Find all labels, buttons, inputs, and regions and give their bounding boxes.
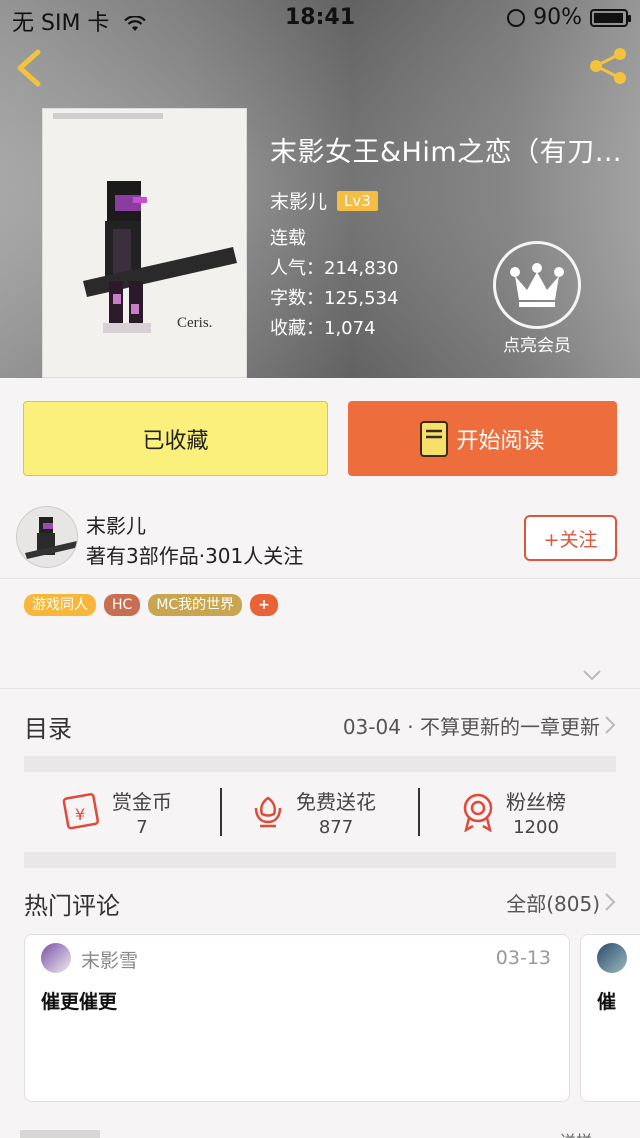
- hot-comments-header: 热门评论 全部(805): [0, 868, 640, 934]
- book-title: 末影女王&Him之恋（有刀…: [270, 137, 623, 168]
- commenter-name[interactable]: 末影雪: [81, 946, 138, 973]
- chevron-down-icon[interactable]: [582, 668, 602, 682]
- catalog-label: 目录: [24, 715, 72, 743]
- commenter-avatar[interactable]: [597, 943, 627, 973]
- start-reading-label: 开始阅读: [456, 428, 545, 454]
- cover-signature: Ceris.: [177, 315, 212, 331]
- section-divider: [24, 852, 616, 868]
- hot-comments-label: 热门评论: [24, 892, 120, 920]
- chevron-right-icon[interactable]: [604, 892, 616, 912]
- bottom-label-fragment: [20, 1130, 100, 1138]
- member-button[interactable]: 点亮会员: [492, 241, 582, 356]
- battery-icon: [590, 8, 631, 27]
- fan-ranking[interactable]: 粉丝榜 1200: [460, 772, 566, 852]
- back-icon[interactable]: [12, 48, 48, 88]
- author-name[interactable]: 末影儿: [86, 510, 146, 539]
- coin-label: 赏金币: [112, 790, 172, 814]
- book-cover[interactable]: Ceris.: [42, 108, 247, 378]
- member-label: 点亮会员: [503, 336, 571, 356]
- battery-percent: 90%: [533, 5, 582, 30]
- collect-button[interactable]: 已收藏: [23, 401, 328, 476]
- coin-reward[interactable]: ¥ 赏金币 7: [62, 772, 172, 852]
- tag-item[interactable]: MC我的世界: [148, 594, 243, 616]
- book-header: 无 SIM 卡 18:41 90% Ceris. 末影女王&Him之恋（有刀… …: [0, 0, 640, 378]
- comment-date: 03-13: [495, 947, 551, 969]
- share-icon[interactable]: [586, 46, 630, 86]
- flower-value: 877: [318, 817, 354, 838]
- latest-chapter: 03-04 · 不算更新的一章更新: [342, 715, 600, 739]
- all-comments-link[interactable]: 全部(805): [506, 888, 600, 917]
- flower-icon: [254, 796, 282, 828]
- svg-text:¥: ¥: [75, 805, 85, 824]
- chevron-right-icon: [605, 716, 616, 734]
- flower-label: 免费送花: [296, 790, 376, 814]
- commenter-avatar[interactable]: [41, 943, 71, 973]
- stats-row: ¥ 赏金币 7 免费送花 877 粉丝榜 1200: [0, 772, 640, 852]
- catalog-row[interactable]: 目录 03-04 · 不算更新的一章更新: [0, 688, 640, 756]
- author-stats: 著有3部作品·301人关注: [86, 544, 304, 568]
- fan-label: 粉丝榜: [506, 790, 566, 814]
- tag-item[interactable]: 游戏同人: [24, 594, 96, 616]
- status-right: 90%: [507, 5, 631, 30]
- comment-card[interactable]: 催: [580, 934, 640, 1102]
- author-avatar[interactable]: [16, 506, 78, 568]
- start-reading-button[interactable]: 开始阅读: [348, 401, 617, 476]
- alarm-icon: [507, 8, 526, 27]
- add-tag-button[interactable]: +: [250, 594, 278, 616]
- red-envelope-icon: ¥: [62, 793, 99, 830]
- divider: [220, 788, 222, 836]
- level-badge: Lv3: [337, 190, 378, 211]
- tag-list: 游戏同人 HC MC我的世界 +: [24, 594, 278, 616]
- crown-circle: [493, 241, 581, 329]
- tag-item[interactable]: HC: [104, 594, 141, 616]
- section-divider: [24, 756, 616, 772]
- cover-illustration: Ceris.: [83, 181, 237, 333]
- author-row[interactable]: 末影儿 Lv3: [270, 187, 630, 214]
- follow-button[interactable]: +关注: [524, 515, 617, 561]
- fan-value: 1200: [513, 817, 559, 838]
- comment-text: 催: [597, 991, 617, 1013]
- author-section: 末影儿 著有3部作品·301人关注 +关注: [0, 500, 640, 578]
- comment-text: 催更催更: [41, 991, 118, 1013]
- divider: [0, 578, 640, 579]
- book-icon: [420, 420, 449, 457]
- coin-value: 7: [136, 817, 148, 838]
- book-author[interactable]: 末影儿: [270, 187, 327, 214]
- free-flower[interactable]: 免费送花 877: [250, 772, 376, 852]
- bottom-right-text: 送样: [560, 1128, 592, 1138]
- status-bar: 无 SIM 卡 18:41 90%: [0, 0, 640, 36]
- divider: [418, 788, 420, 836]
- comment-card[interactable]: 末影雪 03-13 催更催更: [24, 934, 570, 1102]
- medal-icon: [463, 793, 493, 832]
- crown-icon: [510, 263, 564, 307]
